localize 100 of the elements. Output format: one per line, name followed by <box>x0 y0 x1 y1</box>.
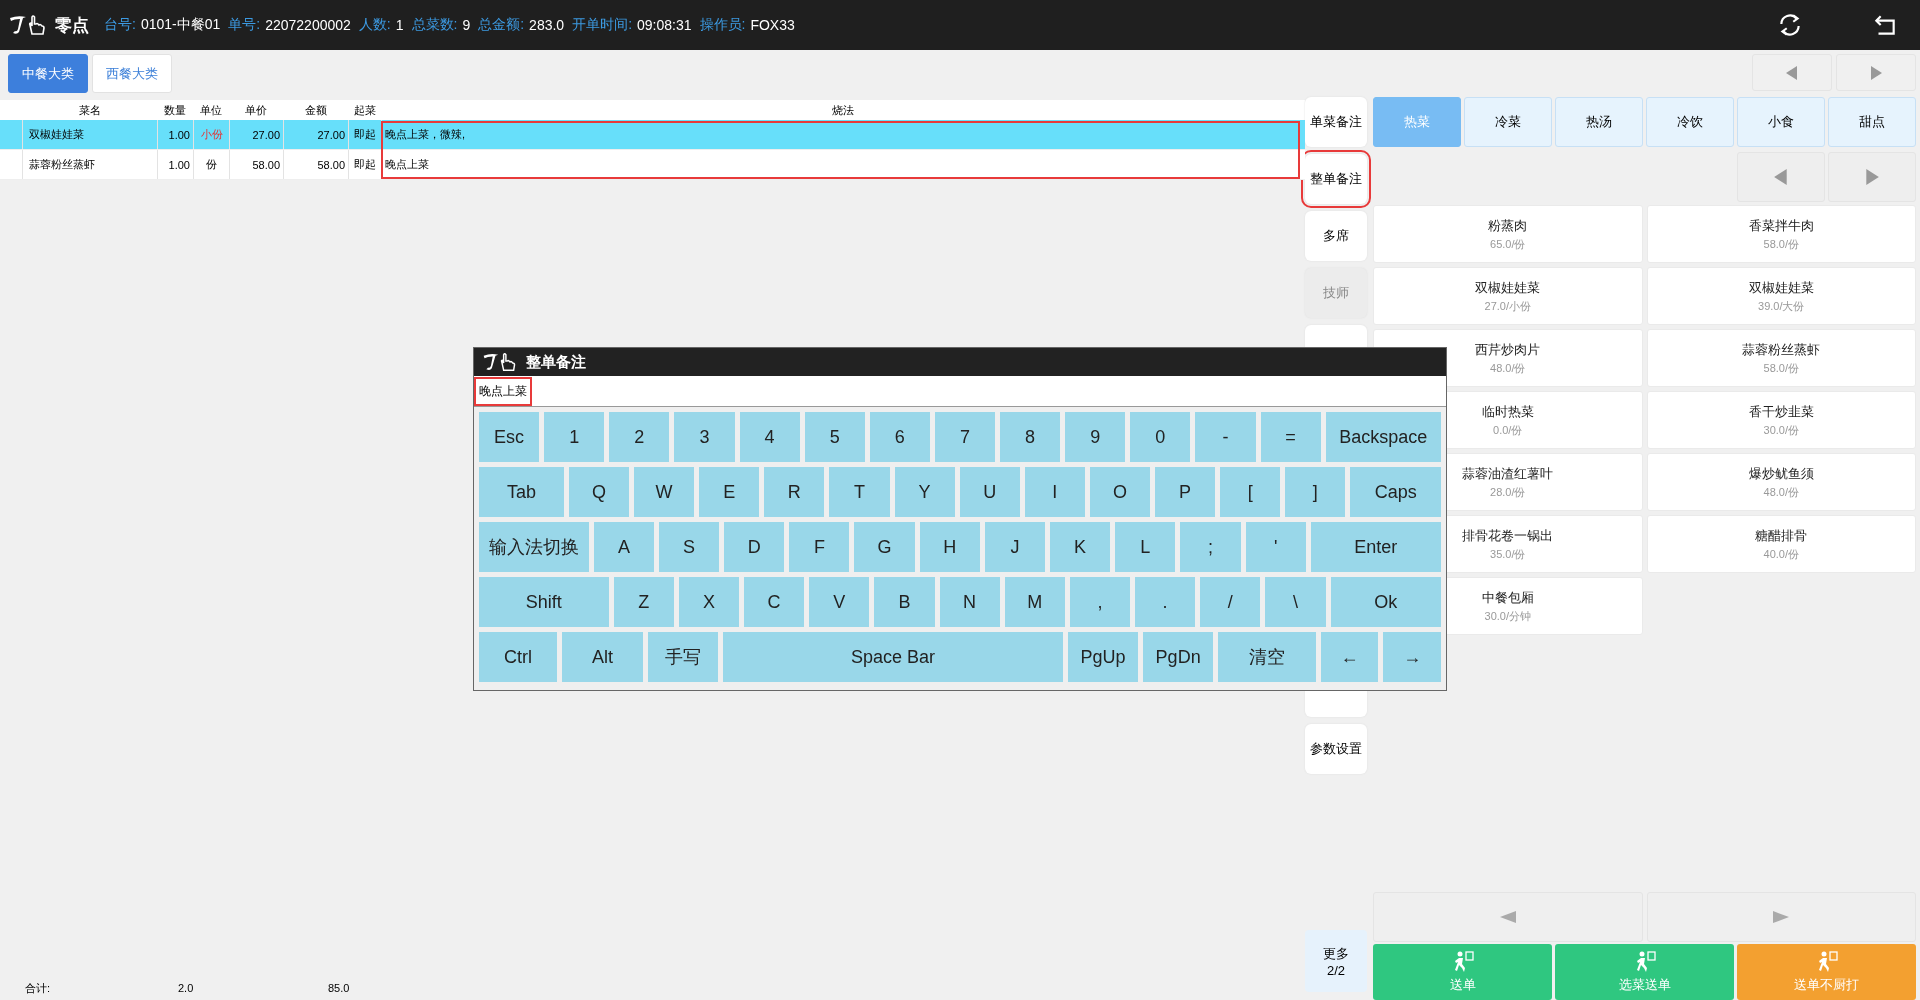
keyboard-key[interactable]: L <box>1115 522 1176 572</box>
keyboard-key[interactable]: 输入法切换 <box>479 522 589 572</box>
keyboard-key[interactable]: C <box>744 577 805 627</box>
more-button[interactable]: 更多 2/2 <box>1305 930 1367 992</box>
keyboard-key[interactable]: S <box>658 522 720 572</box>
keyboard-key[interactable]: P <box>1155 467 1216 517</box>
keyboard-key[interactable]: I <box>1024 467 1085 517</box>
order-row[interactable]: 蒜蓉粉丝蒸虾 1.00 份 58.00 58.00 即起 晚点上菜 <box>0 150 1305 180</box>
keyboard-key[interactable]: Y <box>894 467 955 517</box>
side-button[interactable]: 多席 <box>1305 211 1367 261</box>
keyboard-key[interactable]: PgUp <box>1067 632 1139 682</box>
keyboard-key[interactable]: Alt <box>562 632 643 682</box>
keyboard-key[interactable]: 0 <box>1130 412 1191 462</box>
keyboard-key[interactable]: → <box>1383 632 1441 682</box>
keyboard-key[interactable]: E <box>699 467 760 517</box>
keyboard-key[interactable]: , <box>1069 577 1131 627</box>
right-triangle-icon <box>1870 65 1882 80</box>
keyboard-key[interactable]: 4 <box>739 412 800 462</box>
keyboard-key[interactable]: O <box>1089 467 1151 517</box>
keyboard-key[interactable]: 5 <box>804 412 865 462</box>
keyboard-key[interactable]: G <box>854 522 915 572</box>
keyboard-key[interactable]: Enter <box>1310 522 1441 572</box>
keyboard-key[interactable]: 9 <box>1065 412 1126 462</box>
keyboard-key[interactable]: Space Bar <box>723 632 1063 682</box>
dish-button[interactable]: 粉蒸肉 65.0/份 <box>1373 205 1643 263</box>
keyboard-key[interactable]: N <box>939 577 1000 627</box>
keyboard-key[interactable]: 3 <box>674 412 735 462</box>
keyboard-key[interactable]: R <box>764 467 825 517</box>
previous-page-button[interactable] <box>1373 892 1643 942</box>
remark-input-field[interactable]: 晚点上菜 <box>474 376 1446 407</box>
keyboard-key[interactable]: ' <box>1245 522 1306 572</box>
dish-button[interactable]: 蒜蓉粉丝蒸虾 58.0/份 <box>1646 329 1916 387</box>
keyboard-key[interactable]: 手写 <box>648 632 719 682</box>
keyboard-key[interactable]: K <box>1050 522 1111 572</box>
keyboard-key[interactable]: Tab <box>479 467 564 517</box>
keyboard-key[interactable]: 2 <box>609 412 670 462</box>
keyboard-key[interactable]: - <box>1195 412 1256 462</box>
keyboard-key[interactable]: Shift <box>479 577 609 627</box>
dish-category-tab[interactable]: 冷饮 <box>1646 97 1734 147</box>
refresh-icon[interactable] <box>1777 12 1803 38</box>
next-page-button[interactable] <box>1646 892 1916 942</box>
side-button[interactable]: 单菜备注 <box>1305 97 1367 147</box>
keyboard-key[interactable]: Z <box>613 577 674 627</box>
keyboard-key[interactable]: Caps <box>1350 467 1441 517</box>
dish-category-tab[interactable]: 甜点 <box>1828 97 1916 147</box>
keyboard-key[interactable]: A <box>593 522 654 572</box>
keyboard-key[interactable]: X <box>678 577 739 627</box>
info-label: 台号: <box>104 16 136 34</box>
keyboard-key[interactable]: H <box>919 522 980 572</box>
keyboard-key[interactable]: T <box>829 467 890 517</box>
keyboard-key[interactable]: Ctrl <box>479 632 558 682</box>
logo-icon <box>8 14 48 36</box>
table-cell: 份 <box>193 150 229 179</box>
keyboard-key[interactable]: = <box>1260 412 1321 462</box>
side-button[interactable]: 参数设置 <box>1305 724 1367 774</box>
keyboard-key[interactable]: Esc <box>479 412 540 462</box>
dish-category-tab[interactable]: 冷菜 <box>1464 97 1552 147</box>
keyboard-key[interactable]: \ <box>1265 577 1326 627</box>
info-value: 09:08:31 <box>637 17 692 33</box>
keyboard-key[interactable]: M <box>1004 577 1065 627</box>
dish-category-tab[interactable]: 热汤 <box>1555 97 1643 147</box>
keyboard-key[interactable]: / <box>1200 577 1261 627</box>
keyboard-key[interactable]: 1 <box>544 412 605 462</box>
keyboard-key[interactable]: 7 <box>934 412 995 462</box>
category-tab[interactable]: 中餐大类 <box>8 54 88 93</box>
keyboard-key[interactable]: Q <box>568 467 630 517</box>
keyboard-key[interactable]: U <box>959 467 1020 517</box>
order-row[interactable]: 双椒娃娃菜 1.00 小份 27.00 27.00 即起 晚点上菜，微辣, <box>0 120 1305 150</box>
keyboard-key[interactable]: ] <box>1285 467 1346 517</box>
keyboard-key[interactable]: 8 <box>1000 412 1061 462</box>
previous-page-button[interactable] <box>1752 54 1832 91</box>
keyboard-key[interactable]: ← <box>1320 632 1379 682</box>
dish-button[interactable]: 香干炒韭菜 30.0/份 <box>1646 391 1916 449</box>
keyboard-key[interactable]: ; <box>1180 522 1241 572</box>
dish-button[interactable]: 糖醋排骨 40.0/份 <box>1646 515 1916 573</box>
dish-category-tab[interactable]: 小食 <box>1737 97 1825 147</box>
dish-button[interactable]: 双椒娃娃菜 39.0/大份 <box>1646 267 1916 325</box>
keyboard-key[interactable]: [ <box>1220 467 1281 517</box>
keyboard-key[interactable]: V <box>809 577 870 627</box>
keyboard-key[interactable]: D <box>724 522 785 572</box>
previous-page-button[interactable] <box>1737 152 1825 202</box>
keyboard-key[interactable]: B <box>874 577 935 627</box>
dish-button[interactable]: 双椒娃娃菜 27.0/小份 <box>1373 267 1643 325</box>
next-page-button[interactable] <box>1836 54 1916 91</box>
dish-button[interactable]: 爆炒鱿鱼须 48.0/份 <box>1646 453 1916 511</box>
keyboard-key[interactable]: 6 <box>869 412 930 462</box>
next-page-button[interactable] <box>1828 152 1916 202</box>
keyboard-key[interactable]: 清空 <box>1218 632 1316 682</box>
keyboard-key[interactable]: J <box>984 522 1045 572</box>
keyboard-key[interactable]: Ok <box>1330 577 1441 627</box>
info-value: FOX33 <box>750 17 795 33</box>
keyboard-key[interactable]: W <box>634 467 695 517</box>
keyboard-key[interactable]: Backspace <box>1325 412 1441 462</box>
keyboard-key[interactable]: PgDn <box>1143 632 1214 682</box>
dish-button[interactable]: 香菜拌牛肉 58.0/份 <box>1646 205 1916 263</box>
info-value: 22072200002 <box>265 17 351 33</box>
keyboard-key[interactable]: F <box>789 522 850 572</box>
keyboard-key[interactable]: . <box>1135 577 1196 627</box>
category-tab[interactable]: 西餐大类 <box>92 54 172 93</box>
info-label: 总金额: <box>478 16 525 34</box>
